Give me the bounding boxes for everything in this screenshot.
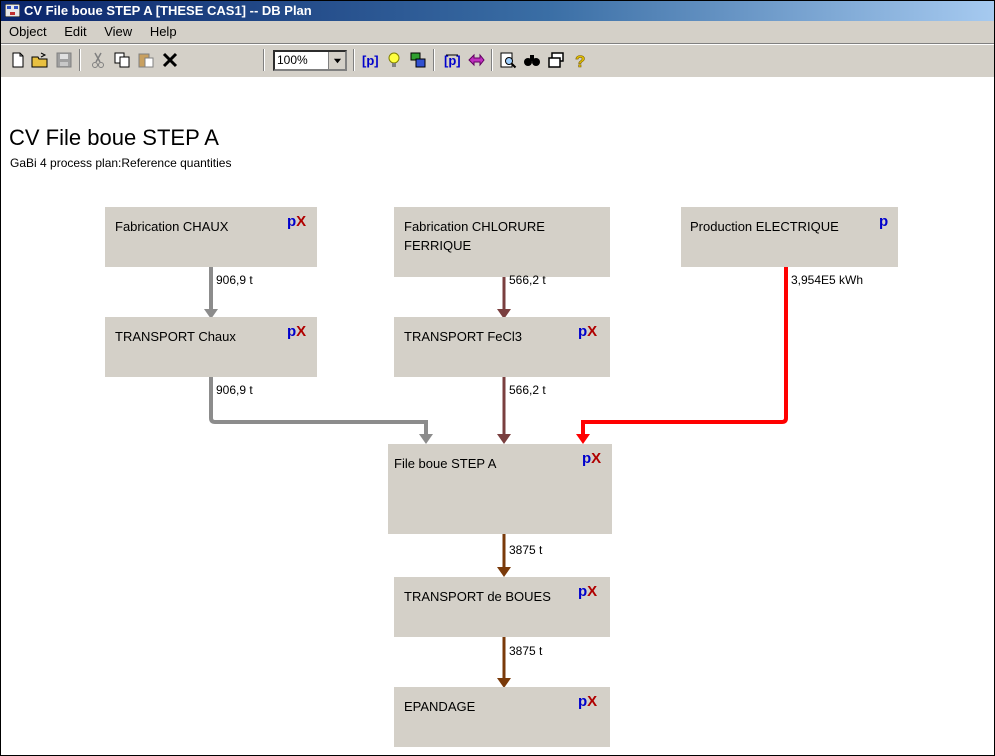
process-transport-de-boues[interactable]: TRANSPORT de BOUES pX	[394, 577, 610, 637]
cut-button[interactable]	[87, 49, 109, 71]
binoculars-icon	[524, 55, 540, 66]
delete-x-icon[interactable]: X	[587, 583, 597, 600]
delete-x-icon[interactable]: X	[591, 450, 601, 467]
process-name: EPANDAGE	[404, 699, 476, 714]
flow-amount-label: 906,9 t	[216, 383, 253, 397]
idea-button[interactable]	[383, 49, 405, 71]
process-fabrication-chlorure[interactable]: Fabrication CHLORURE FERRIQUE	[394, 207, 610, 277]
parameters-button[interactable]: [p]	[359, 49, 381, 71]
process-badges: pX	[578, 323, 597, 340]
parameter-p-icon[interactable]: p	[879, 213, 888, 230]
flow-direction-button[interactable]	[465, 49, 487, 71]
delete-x-icon	[162, 52, 178, 68]
process-name: TRANSPORT Chaux	[115, 329, 236, 344]
paste-clipboard-icon	[138, 53, 154, 68]
toolbar-separator	[353, 49, 355, 71]
process-badges: pX	[578, 583, 597, 600]
plan-title: CV File boue STEP A	[9, 125, 219, 150]
flow-amount-label: 906,9 t	[216, 273, 253, 287]
process-fabrication-chaux[interactable]: Fabrication CHAUX pX	[105, 207, 317, 267]
chevron-down-icon[interactable]	[328, 52, 345, 69]
parameter-p-icon[interactable]: p	[578, 323, 587, 340]
new-document-icon	[12, 52, 24, 68]
menu-bar: Object Edit View Help	[1, 21, 994, 44]
global-parameter-icon: [p]	[444, 53, 461, 68]
menu-object[interactable]: Object	[3, 21, 53, 43]
new-button[interactable]	[7, 49, 29, 71]
flow-amount-label: 566,2 t	[509, 273, 546, 287]
parameter-p-icon[interactable]: p	[287, 213, 296, 230]
parameter-p-icon[interactable]: p	[578, 693, 587, 710]
flow-amount-label: 566,2 t	[509, 383, 546, 397]
flow-amount-label: 3,954E5 kWh	[791, 273, 864, 287]
help-question-icon: ?	[575, 52, 586, 69]
process-name: Fabrication CHAUX	[115, 219, 229, 234]
toolbar-separator	[433, 49, 435, 71]
process-button[interactable]	[407, 49, 429, 71]
delete-x-icon[interactable]: X	[587, 693, 597, 710]
flow-amount-label: 3875 t	[509, 644, 543, 658]
title-bar[interactable]: CV File boue STEP A [THESE CAS1] -- DB P…	[1, 1, 994, 21]
global-parameters-button[interactable]: [p]	[441, 49, 463, 71]
process-badges: pX	[287, 323, 306, 340]
process-transport-fecl3[interactable]: TRANSPORT FeCl3 pX	[394, 317, 610, 377]
menu-edit[interactable]: Edit	[58, 21, 92, 43]
menu-help[interactable]: Help	[144, 21, 183, 43]
lightbulb-icon	[388, 52, 400, 67]
process-production-electrique[interactable]: Production ELECTRIQUE p	[681, 207, 898, 267]
windows-cascade-icon	[548, 52, 564, 68]
print-preview-icon	[500, 52, 517, 69]
process-name: TRANSPORT de BOUES	[404, 589, 551, 604]
flow-amount-label: 3875 t	[509, 543, 543, 557]
svg-text:[p]: [p]	[362, 53, 379, 68]
delete-x-icon[interactable]: X	[296, 323, 306, 340]
toolbar-separator	[263, 49, 265, 71]
process-name: Fabrication CHLORURE FERRIQUE	[404, 219, 545, 253]
save-disk-icon	[56, 52, 72, 68]
svg-text:?: ?	[575, 52, 585, 69]
process-badges: pX	[578, 693, 597, 710]
process-stack-icon	[410, 52, 426, 68]
toolbar: 100% [p] [p] ?	[1, 44, 994, 78]
plan-subtitle: GaBi 4 process plan:Reference quantities	[10, 156, 232, 170]
help-button[interactable]: ?	[569, 49, 591, 71]
process-file-boue-step-a[interactable]: File boue STEP A pX	[388, 444, 612, 534]
process-name: TRANSPORT FeCl3	[404, 329, 522, 344]
process-badges: pX	[582, 450, 601, 467]
zoom-select[interactable]: 100%	[273, 50, 347, 71]
delete-x-icon[interactable]: X	[296, 213, 306, 230]
process-epandage[interactable]: EPANDAGE pX	[394, 687, 610, 747]
process-name: Production ELECTRIQUE	[690, 219, 839, 234]
save-button[interactable]	[53, 49, 75, 71]
toolbar-separator	[79, 49, 81, 71]
copy-icon	[114, 52, 130, 68]
zoom-value: 100%	[277, 53, 308, 67]
parameter-p-icon[interactable]: p	[578, 583, 587, 600]
delete-button[interactable]	[159, 49, 181, 71]
window-title: CV File boue STEP A [THESE CAS1] -- DB P…	[24, 3, 312, 18]
plan-canvas[interactable]	[1, 77, 994, 755]
copy-button[interactable]	[111, 49, 133, 71]
gabi-plan-window: CV File boue STEP A [THESE CAS1] -- DB P…	[0, 0, 995, 756]
toolbar-separator	[491, 49, 493, 71]
find-button[interactable]	[521, 49, 543, 71]
db-plan-app-icon	[5, 4, 20, 17]
process-name: File boue STEP A	[394, 456, 497, 471]
double-arrow-icon	[468, 53, 485, 67]
process-badges: p	[879, 213, 888, 230]
process-transport-chaux[interactable]: TRANSPORT Chaux pX	[105, 317, 317, 377]
parameter-p-icon[interactable]: p	[582, 450, 591, 467]
open-button[interactable]	[29, 49, 51, 71]
scissors-icon	[92, 52, 104, 68]
process-badges: pX	[287, 213, 306, 230]
paste-button[interactable]	[135, 49, 157, 71]
parameter-p-icon: [p]	[362, 53, 379, 68]
delete-x-icon[interactable]: X	[587, 323, 597, 340]
parameter-p-icon[interactable]: p	[287, 323, 296, 340]
windows-button[interactable]	[545, 49, 567, 71]
menu-view[interactable]: View	[98, 21, 138, 43]
print-preview-button[interactable]	[497, 49, 519, 71]
open-folder-icon	[31, 52, 48, 68]
